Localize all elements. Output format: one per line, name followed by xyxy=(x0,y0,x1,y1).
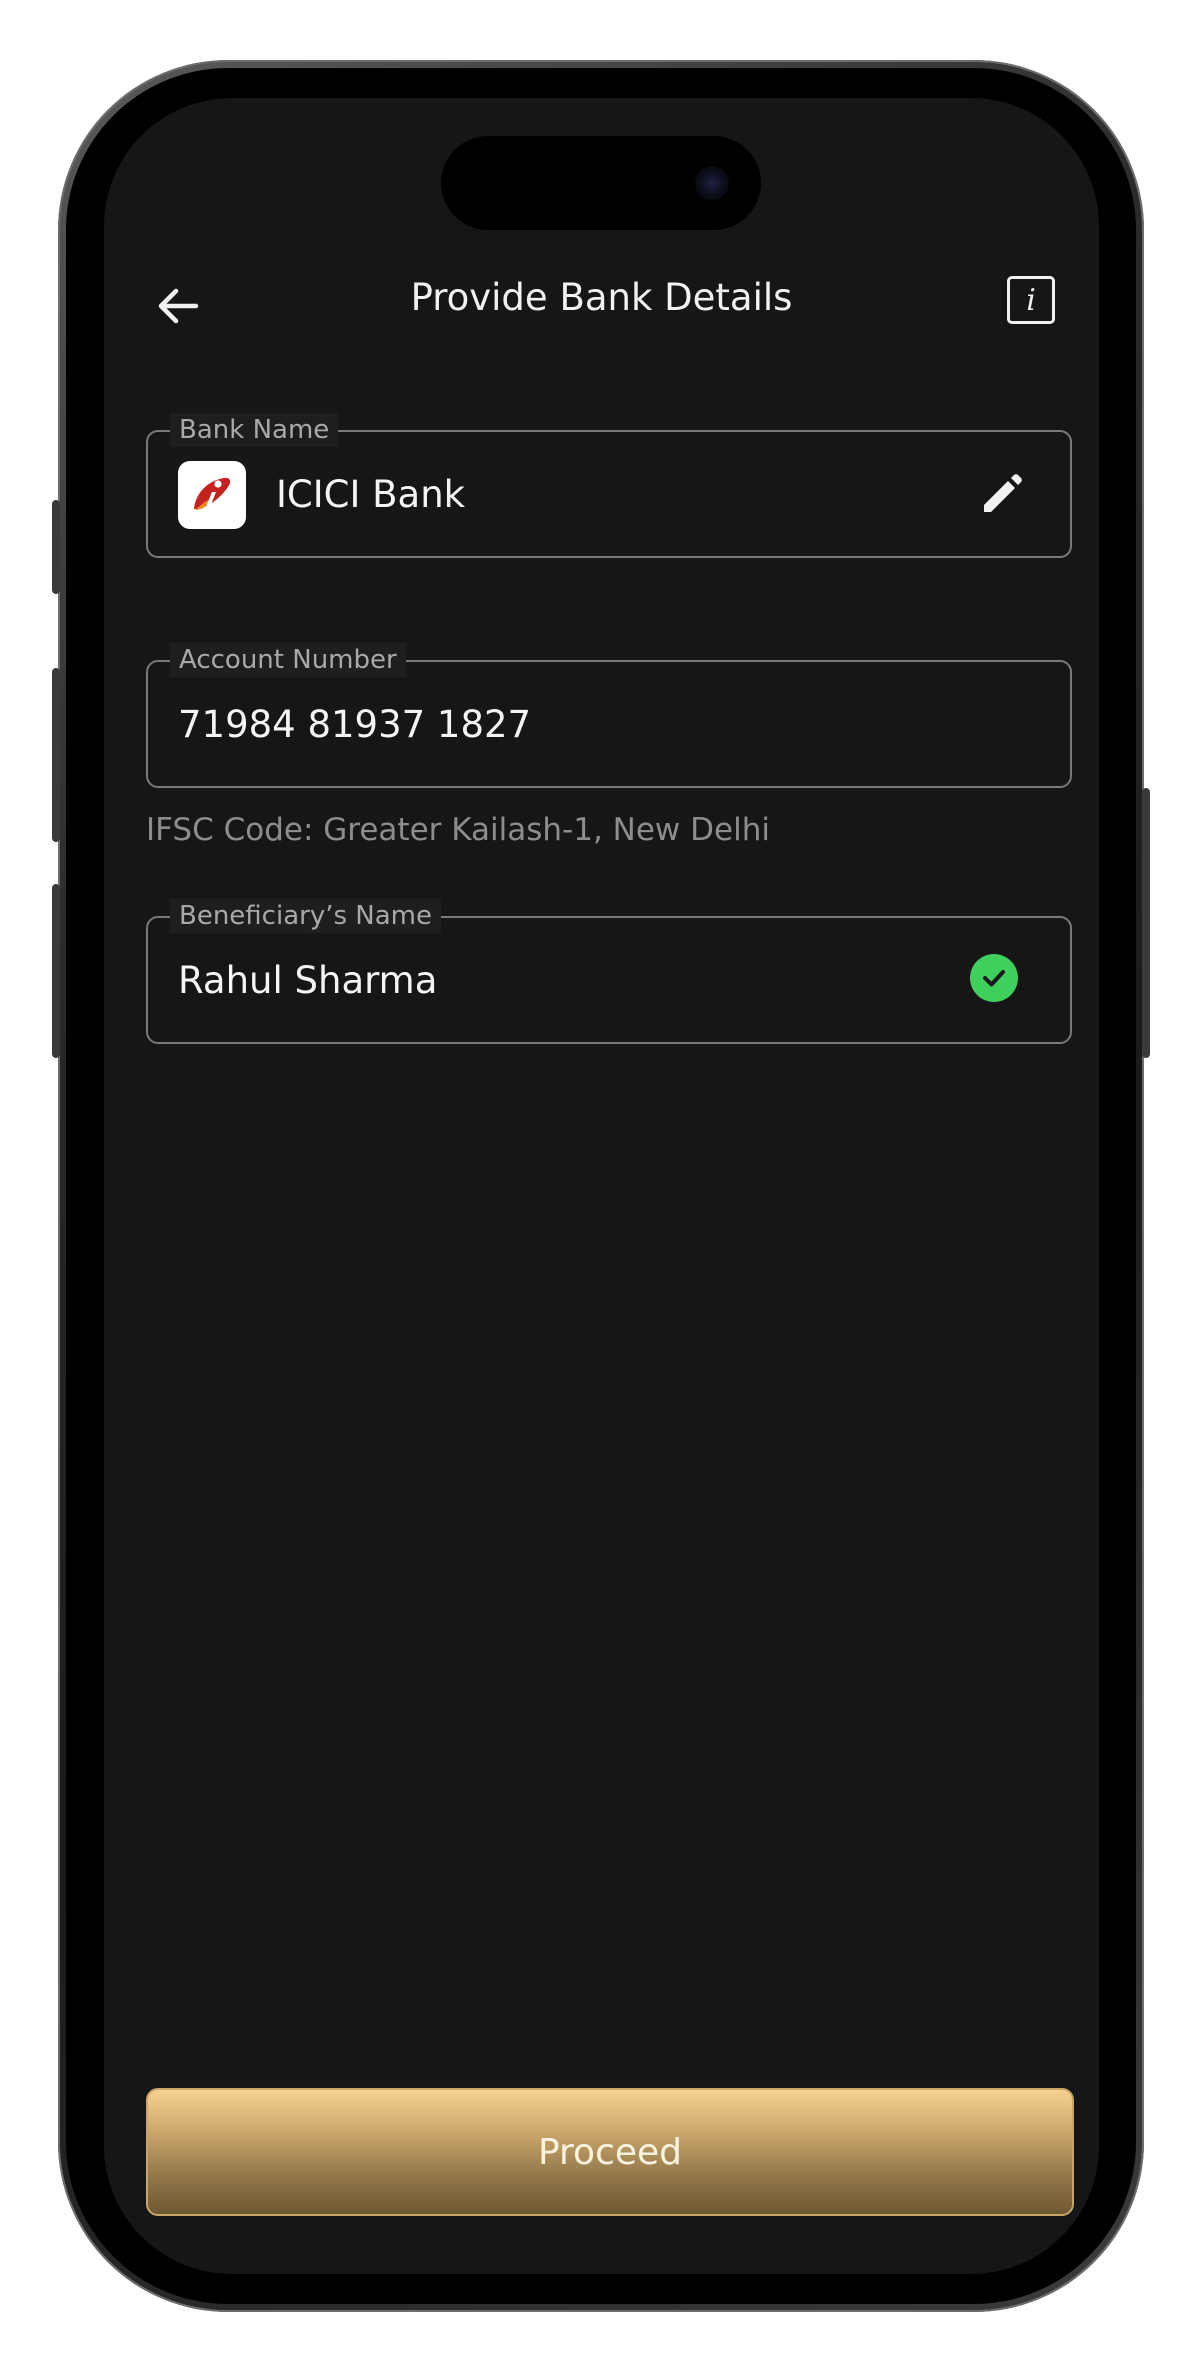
page-title: Provide Bank Details xyxy=(410,276,793,319)
front-camera xyxy=(695,166,729,200)
account-number-field[interactable]: Account Number 71984 81937 1827 xyxy=(146,643,1072,788)
phone-action-button xyxy=(52,500,60,594)
dynamic-island xyxy=(441,136,761,230)
check-circle-icon xyxy=(970,954,1018,1002)
icici-bank-logo xyxy=(178,461,246,529)
info-icon: i xyxy=(1026,282,1036,318)
proceed-button[interactable]: Proceed xyxy=(146,2088,1074,2216)
pencil-icon[interactable] xyxy=(978,472,1024,518)
app-screen: Provide Bank Details i Bank Name ICICI B… xyxy=(104,98,1099,2274)
phone-volume-up-button xyxy=(52,668,60,842)
ifsc-code-text: IFSC Code: Greater Kailash-1, New Delhi xyxy=(146,812,770,848)
bank-name-value: ICICI Bank xyxy=(276,472,466,516)
account-number-value: 71984 81937 1827 xyxy=(178,702,532,746)
beneficiary-name-value: Rahul Sharma xyxy=(178,958,438,1002)
info-button[interactable]: i xyxy=(1007,276,1055,324)
beneficiary-name-field[interactable]: Beneficiary’s Name Rahul Sharma xyxy=(146,899,1072,1044)
phone-power-button xyxy=(1142,788,1150,1058)
bank-name-field[interactable]: Bank Name ICICI Bank xyxy=(146,413,1072,558)
phone-volume-down-button xyxy=(52,884,60,1058)
